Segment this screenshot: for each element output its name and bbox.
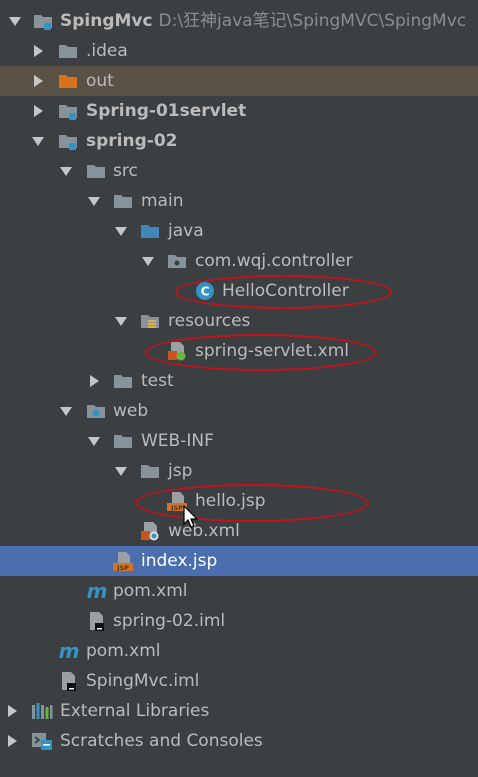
resources-label: resources — [168, 311, 251, 331]
chevron-right-icon[interactable] — [5, 696, 19, 726]
tree-row-src[interactable]: src — [0, 156, 478, 186]
test-label: test — [141, 371, 174, 391]
chevron-down-icon[interactable] — [31, 126, 45, 156]
chevron-right-icon[interactable] — [31, 36, 45, 66]
pom-inner-label: pom.xml — [113, 581, 188, 601]
folder-icon — [86, 161, 106, 181]
svg-text:JSP: JSP — [170, 504, 183, 511]
svg-text:C: C — [201, 285, 210, 299]
src-label: src — [113, 161, 138, 181]
chevron-right-icon[interactable] — [87, 366, 101, 396]
tree-row-iml-outer[interactable]: SpingMvc.iml — [0, 666, 478, 696]
tree-row-spring02[interactable]: spring-02 — [0, 126, 478, 156]
module-folder-icon — [58, 131, 78, 151]
tree-row-pom-inner[interactable]: m pom.xml — [0, 576, 478, 606]
out-folder-label: out — [86, 71, 114, 91]
scratches-icon — [31, 731, 52, 751]
mouse-cursor-icon — [183, 504, 199, 529]
folder-icon — [113, 431, 133, 451]
tree-row-jsp[interactable]: jsp — [0, 456, 478, 486]
tree-row-resources[interactable]: resources — [0, 306, 478, 336]
tree-row-idea[interactable]: .idea — [0, 36, 478, 66]
idea-folder-label: idea — [91, 41, 128, 61]
chevron-down-icon[interactable] — [59, 156, 73, 186]
tree-row-hello-jsp[interactable]: JSP hello.jsp — [0, 486, 478, 516]
tree-row-out[interactable]: out — [0, 66, 478, 96]
resources-folder-icon — [140, 311, 160, 331]
tree-row-spring-servlet[interactable]: spring-servlet.xml — [0, 336, 478, 366]
chevron-down-icon[interactable] — [8, 6, 22, 36]
chevron-down-icon[interactable] — [141, 246, 155, 276]
main-label: main — [141, 191, 184, 211]
tree-row-package[interactable]: com.wqj.controller — [0, 246, 478, 276]
iml-inner-label: spring-02.iml — [113, 611, 226, 631]
tree-row-hello-controller[interactable]: C HelloController — [0, 276, 478, 306]
module-folder-icon — [33, 11, 53, 31]
tree-row-main[interactable]: main — [0, 186, 478, 216]
jsp-label: jsp — [168, 461, 193, 481]
index-jsp-label: index.jsp — [141, 551, 218, 571]
tree-row-pom-outer[interactable]: m pom.xml — [0, 636, 478, 666]
spring-servlet-label: spring-servlet.xml — [195, 341, 350, 361]
spring01-label: Spring-01servlet — [86, 101, 247, 121]
hello-jsp-label: hello.jsp — [195, 491, 266, 511]
tree-row-iml-inner[interactable]: spring-02.iml — [0, 606, 478, 636]
chevron-down-icon[interactable] — [87, 426, 101, 456]
svg-text:m: m — [59, 641, 80, 661]
jsp-file-icon: JSP — [113, 551, 133, 572]
chevron-right-icon[interactable] — [31, 66, 45, 96]
tree-row-webinf[interactable]: WEB-INF — [0, 426, 478, 456]
tree-row-index-jsp[interactable]: JSP index.jsp — [0, 546, 478, 576]
chevron-right-icon[interactable] — [31, 96, 45, 126]
folder-icon — [113, 191, 133, 211]
folder-icon — [58, 41, 78, 61]
web-xml-label: web.xml — [168, 521, 240, 541]
chevron-down-icon[interactable] — [87, 186, 101, 216]
pom-outer-label: pom.xml — [86, 641, 161, 661]
svg-text:m: m — [87, 581, 108, 601]
scratches-label: Scratches and Consoles — [60, 731, 263, 751]
hello-controller-label: HelloController — [222, 281, 349, 301]
tree-row-web-xml[interactable]: web.xml — [0, 516, 478, 546]
iml-file-icon — [86, 611, 106, 631]
chevron-right-icon[interactable] — [5, 726, 19, 756]
tree-row-project[interactable]: SpingMvc D:\狂神java笔记\SpingMVC\SpingMvc — [0, 6, 478, 36]
project-path: D:\狂神java笔记\SpingMVC\SpingMvc — [158, 11, 467, 31]
tree-row-web[interactable]: web — [0, 396, 478, 426]
web-label: web — [113, 401, 149, 421]
project-name: SpingMvc — [60, 11, 153, 31]
folder-icon — [140, 461, 160, 481]
tree-row-spring01[interactable]: Spring-01servlet — [0, 96, 478, 126]
package-icon — [167, 251, 187, 271]
libraries-icon — [31, 701, 53, 721]
excluded-folder-icon — [58, 71, 78, 91]
maven-icon: m — [58, 639, 80, 663]
spring-xml-icon — [167, 341, 187, 361]
svg-text:JSP: JSP — [116, 564, 129, 571]
iml-file-icon — [58, 671, 78, 691]
iml-outer-label: SpingMvc.iml — [86, 671, 200, 691]
class-icon: C — [195, 281, 215, 301]
maven-icon: m — [86, 579, 108, 603]
webinf-label: WEB-INF — [141, 431, 214, 451]
tree-row-java[interactable]: java — [0, 216, 478, 246]
module-folder-icon — [58, 101, 78, 121]
chevron-down-icon[interactable] — [114, 456, 128, 486]
chevron-down-icon[interactable] — [114, 216, 128, 246]
package-label: com.wqj.controller — [195, 251, 353, 271]
source-folder-icon — [140, 221, 160, 241]
web-xml-icon — [140, 521, 160, 541]
java-label: java — [168, 221, 204, 241]
tree-row-test[interactable]: test — [0, 366, 478, 396]
spring02-label: spring-02 — [86, 131, 178, 151]
chevron-down-icon[interactable] — [114, 306, 128, 336]
tree-row-scratches[interactable]: Scratches and Consoles — [0, 726, 478, 756]
external-libraries-label: External Libraries — [60, 701, 210, 721]
chevron-down-icon[interactable] — [59, 396, 73, 426]
web-folder-icon — [86, 401, 106, 421]
folder-icon — [113, 371, 133, 391]
tree-row-external-libraries[interactable]: External Libraries — [0, 696, 478, 726]
